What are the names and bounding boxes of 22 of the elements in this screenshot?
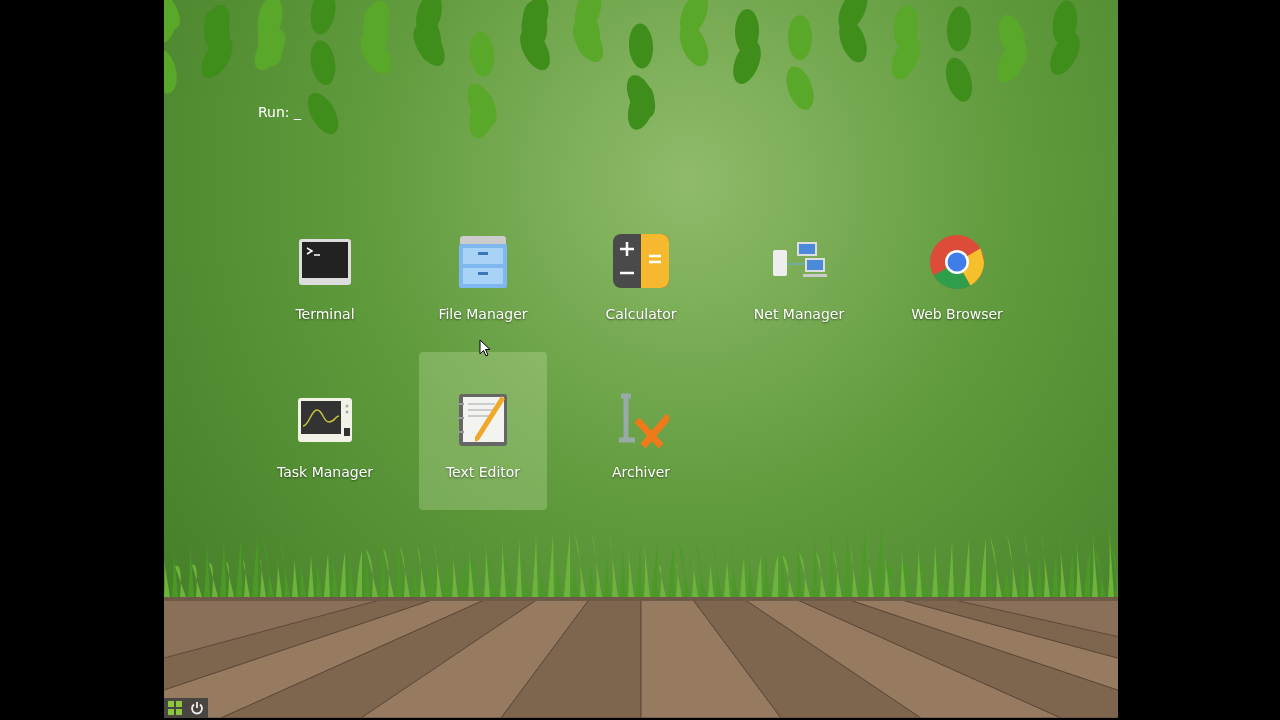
app-launcher[interactable]: File Manager bbox=[419, 194, 547, 352]
browser-icon bbox=[929, 234, 985, 290]
app-launcher[interactable]: Web Browser bbox=[893, 194, 1021, 352]
app-label: Calculator bbox=[605, 306, 677, 322]
app-launcher[interactable]: Task Manager bbox=[261, 352, 389, 510]
power-icon[interactable] bbox=[190, 701, 204, 715]
apps-grid-icon[interactable] bbox=[168, 701, 182, 715]
app-launcher[interactable]: Net Manager bbox=[735, 194, 863, 352]
run-prompt[interactable]: Run: _ bbox=[258, 104, 301, 120]
app-label: Web Browser bbox=[911, 306, 1003, 322]
app-label: File Manager bbox=[438, 306, 528, 322]
app-label: Task Manager bbox=[277, 464, 373, 480]
app-launcher[interactable]: Archiver bbox=[577, 352, 705, 510]
app-label: Net Manager bbox=[753, 306, 845, 322]
app-launcher[interactable]: Calculator bbox=[577, 194, 705, 352]
app-label: Text Editor bbox=[445, 464, 521, 480]
app-label: Terminal bbox=[295, 306, 355, 322]
app-launcher[interactable]: Text Editor bbox=[419, 352, 547, 510]
calculator-icon bbox=[613, 234, 669, 290]
app-launcher[interactable]: Terminal bbox=[261, 194, 389, 352]
mouse-pointer-icon bbox=[479, 339, 491, 357]
app-label: Archiver bbox=[611, 464, 671, 480]
